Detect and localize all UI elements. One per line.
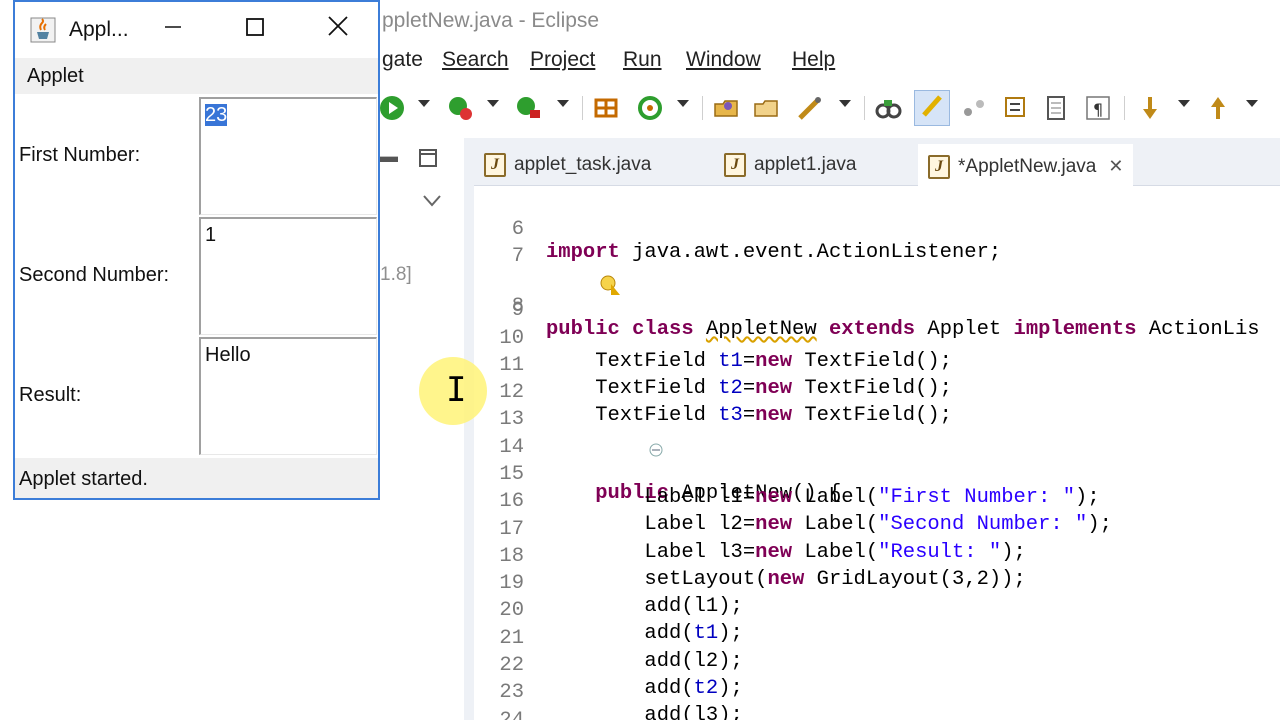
applet-form: First Number: 23 Second Number: 1 Result… (15, 94, 378, 458)
first-number-value: 23 (205, 104, 228, 126)
eclipse-title: ppletNew.java - Eclipse (382, 9, 600, 32)
jre-label: 1.8] (380, 264, 412, 285)
result-field[interactable]: Hello (199, 337, 377, 455)
java-cup-icon (29, 16, 57, 44)
code-line: 17 Label l3=new Label("Result: "); (499, 518, 1026, 564)
second-number-label: Second Number: (19, 264, 170, 286)
code-line: 22 add(t2); (499, 654, 743, 700)
code-line: 16 Label l2=new Label("Second Number: ")… (499, 490, 1112, 536)
applet-status-text: Applet started. (19, 468, 148, 490)
open-folder-icon[interactable] (752, 94, 780, 122)
applet-window-title: Appl... (69, 18, 129, 41)
maximize-view-icon[interactable] (418, 148, 438, 173)
show-whitespace-icon[interactable] (960, 94, 988, 122)
java-file-icon: J (484, 153, 506, 177)
next-annotation-icon[interactable] (1136, 94, 1164, 122)
java-file-icon: J (724, 153, 746, 177)
close-button[interactable] (318, 12, 358, 48)
toolbar-separator (702, 96, 703, 120)
code-line: 9 (511, 299, 524, 322)
tab-label: *AppletNew.java (958, 155, 1097, 177)
debug-icon[interactable] (446, 94, 474, 122)
menu-help[interactable]: Help (792, 48, 835, 72)
pane-divider[interactable] (464, 138, 474, 720)
editor-tabbar: J applet_task.java J applet1.java J *App… (474, 138, 1280, 186)
next-annotation-dropdown-icon[interactable] (1178, 100, 1190, 107)
code-line: 21 add(l2); (499, 627, 743, 673)
minimize-button[interactable] (153, 12, 193, 48)
previous-annotation-icon[interactable] (1204, 94, 1232, 122)
toolbar-separator (582, 96, 583, 120)
code-line: 24 add(t3); (474, 686, 1280, 720)
tab-label: applet1.java (754, 154, 857, 175)
tab-applet-task[interactable]: J applet_task.java (474, 144, 661, 186)
code-line: 10 TextField t1=new TextField(); (499, 327, 952, 373)
code-area[interactable]: 6 import java.awt.event.ActionListener; … (474, 186, 1280, 720)
second-number-value: 1 (205, 224, 217, 246)
external-tools-dropdown-icon[interactable] (557, 100, 569, 107)
pen-dropdown-icon[interactable] (839, 100, 851, 107)
code-line: 13 (499, 408, 524, 431)
menu-window[interactable]: Window (686, 48, 761, 72)
toolbar-separator (1124, 96, 1125, 120)
java-editor: J applet_task.java J applet1.java J *App… (474, 138, 1280, 720)
search-binoculars-icon[interactable] (874, 94, 902, 122)
menu-navigate[interactable]: gate (382, 48, 423, 72)
refresh-icon[interactable] (636, 94, 664, 122)
tab-label: applet_task.java (514, 154, 652, 175)
run-dropdown-icon[interactable] (418, 100, 430, 107)
code-line: 18 setLayout(new GridLayout(3,2)); (499, 545, 1026, 591)
maximize-button[interactable] (235, 12, 275, 48)
result-label: Result: (19, 384, 82, 406)
refresh-dropdown-icon[interactable] (677, 100, 689, 107)
text-cursor-icon: I (446, 370, 467, 410)
second-number-field[interactable]: 1 (199, 217, 377, 335)
package-explorer-view: ▬ (378, 138, 466, 720)
previous-annotation-dropdown-icon[interactable] (1246, 100, 1258, 107)
menu-run[interactable]: Run (623, 48, 662, 72)
code-line: 8 public class AppletNew extends Applet … (474, 249, 1280, 341)
build-icon[interactable] (592, 94, 620, 122)
paragraph-icon[interactable]: ¶ (1084, 94, 1112, 122)
code-line: 7 (511, 245, 524, 268)
applet-menubar: Applet (15, 58, 378, 94)
svg-text:¶: ¶ (1093, 100, 1103, 119)
applet-viewer-window: Appl... Applet First Number: 23 Second N… (13, 0, 380, 500)
menu-project[interactable]: Project (530, 48, 595, 72)
applet-status-bar: Applet started. (15, 458, 378, 498)
code-line: 11 TextField t2=new TextField(); (499, 354, 952, 400)
code-line: 14 public AppletNew() { (474, 413, 1280, 505)
document-icon[interactable] (1042, 94, 1070, 122)
highlight-icon[interactable] (914, 90, 950, 126)
block-select-icon[interactable] (1002, 94, 1030, 122)
applet-menu[interactable]: Applet (27, 65, 84, 88)
tab-applet1[interactable]: J applet1.java (714, 144, 866, 186)
external-tools-icon[interactable] (514, 94, 542, 122)
tab-applet-new[interactable]: J *AppletNew.java ✕ (918, 144, 1134, 186)
first-number-label: First Number: (19, 144, 141, 166)
close-tab-icon[interactable]: ✕ (1108, 156, 1123, 177)
run-icon[interactable] (378, 94, 406, 122)
first-number-field[interactable]: 23 (199, 97, 377, 215)
code-line: 20 add(t1); (499, 599, 743, 645)
code-line: 23 add(l3); (499, 681, 743, 720)
result-value: Hello (205, 344, 251, 366)
menu-search[interactable]: Search (442, 48, 509, 72)
pen-icon[interactable] (796, 94, 824, 122)
java-file-icon: J (928, 154, 950, 179)
applet-titlebar[interactable]: Appl... (15, 2, 378, 58)
code-line: 6 import java.awt.event.ActionListener; (511, 218, 1002, 264)
open-type-icon[interactable] (712, 94, 740, 122)
minimize-view-icon[interactable]: ▬ (380, 146, 398, 167)
debug-dropdown-icon[interactable] (487, 100, 499, 107)
code-line: 19 add(l1); (499, 572, 743, 618)
code-line: 15 Label l1=new Label("First Number: "); (499, 463, 1100, 509)
toolbar-separator (864, 96, 865, 120)
view-menu-chevron-down-icon[interactable] (422, 192, 442, 213)
code-line: 12 TextField t3=new TextField(); (499, 381, 952, 427)
